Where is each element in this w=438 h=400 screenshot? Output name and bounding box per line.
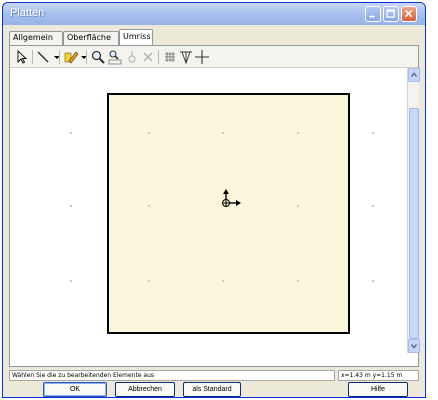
grid-point xyxy=(148,132,150,134)
ok-button[interactable]: OK xyxy=(43,382,107,397)
scroll-down-button[interactable] xyxy=(408,339,420,353)
drawing-canvas[interactable] xyxy=(10,68,407,353)
minimize-icon xyxy=(369,15,375,18)
scroll-up-button[interactable] xyxy=(408,68,420,82)
pointer-tool-button[interactable] xyxy=(14,49,30,65)
zoom-all-icon xyxy=(108,50,122,65)
vertical-scrollbar[interactable] xyxy=(407,68,420,353)
window-title: Platten xyxy=(10,7,45,19)
tab-oberflaeche[interactable]: Oberfläche xyxy=(63,31,119,45)
grid-icon xyxy=(165,52,175,62)
umriss-panel xyxy=(9,45,420,367)
origin-cursor-icon xyxy=(222,189,241,207)
status-bar: Wählen Sie die zu bearbeitenden Elemente… xyxy=(9,370,419,381)
minimize-button[interactable] xyxy=(365,6,381,22)
crosshair-button[interactable] xyxy=(194,49,210,65)
maximize-button[interactable] xyxy=(383,6,399,22)
scroll-thumb[interactable] xyxy=(409,108,419,339)
set-default-button[interactable]: als Standard xyxy=(183,382,241,397)
grid-point xyxy=(148,205,150,207)
grid-point xyxy=(372,205,374,207)
grid-point xyxy=(70,280,72,282)
drawing-toolbar xyxy=(10,46,418,68)
coordinate-readout: x=1.43 m y=1.15 m xyxy=(338,370,419,381)
grid-point xyxy=(70,132,72,134)
delete-button[interactable] xyxy=(140,49,156,65)
tab-allgemein[interactable]: Allgemein xyxy=(9,31,63,45)
crosshair-icon xyxy=(195,50,209,64)
close-icon xyxy=(404,9,413,18)
zoom-all-button[interactable] xyxy=(107,49,123,65)
grid-point xyxy=(297,132,299,134)
grid-point xyxy=(372,280,374,282)
grid-point xyxy=(372,132,374,134)
zoom-button[interactable] xyxy=(90,49,106,65)
grid-point xyxy=(297,205,299,207)
platten-dialog: Platten Allgemein Oberfläche Umriss Wähl… xyxy=(2,2,426,398)
move-point-icon xyxy=(128,51,136,63)
pointer-arrow-icon xyxy=(17,49,28,64)
help-button[interactable]: Hilfe xyxy=(348,382,408,397)
cancel-button[interactable]: Abbrechen xyxy=(115,382,175,397)
grid-point xyxy=(70,205,72,207)
snap-icon xyxy=(180,51,192,65)
grid-point xyxy=(297,280,299,282)
grid-button[interactable] xyxy=(162,49,178,65)
title-bar[interactable]: Platten xyxy=(3,3,425,25)
chevron-down-icon xyxy=(411,343,417,349)
line-tool-dropdown[interactable] xyxy=(49,49,60,65)
move-point-button[interactable] xyxy=(124,49,140,65)
grid-point xyxy=(222,280,224,282)
chevron-up-icon xyxy=(411,72,417,78)
pencil-tool-dropdown[interactable] xyxy=(76,49,87,65)
zoom-icon xyxy=(91,50,105,64)
snap-button[interactable] xyxy=(178,49,194,65)
grid-point xyxy=(222,132,224,134)
status-message: Wählen Sie die zu bearbeitenden Elemente… xyxy=(9,370,335,381)
grid-point xyxy=(148,280,150,282)
delete-icon xyxy=(143,52,153,62)
close-button[interactable] xyxy=(401,6,417,22)
maximize-icon xyxy=(386,9,395,18)
tab-umriss[interactable]: Umriss xyxy=(119,29,153,45)
